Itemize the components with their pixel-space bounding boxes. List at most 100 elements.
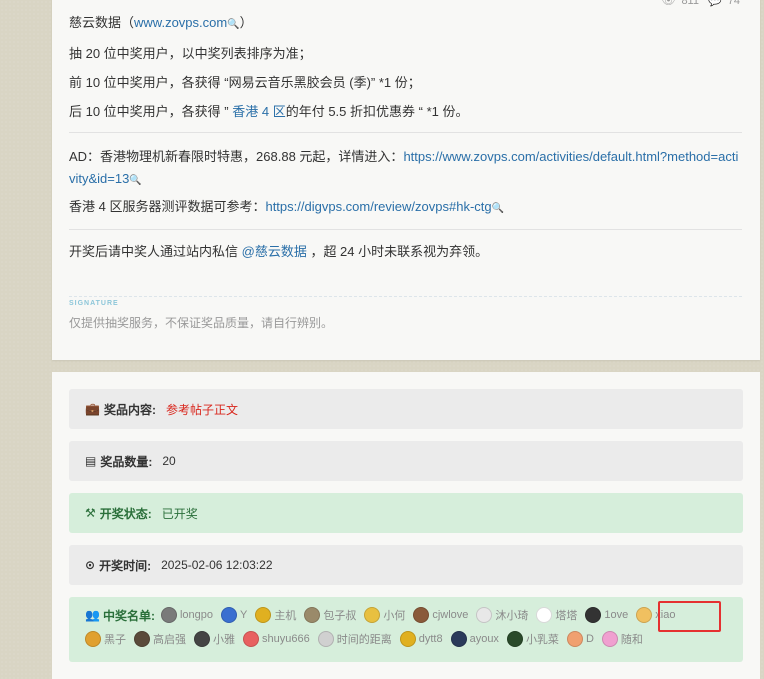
review-line: 香港 4 区服务器测评数据可参考：https://digvps.com/revi… <box>69 199 505 214</box>
view-count: 811 <box>681 0 699 7</box>
draw-time-value: 2025-02-06 12:03:22 <box>161 558 273 572</box>
winner-item[interactable]: 小乳菜 <box>506 631 559 647</box>
users-icon: 👥 <box>85 608 100 622</box>
clock-icon: ⊙ <box>85 558 96 572</box>
review-link[interactable]: https://digvps.com/review/zovps#hk-ctg <box>265 199 491 214</box>
avatar[interactable] <box>134 631 150 647</box>
prize-count-row: ▤ 奖品数量: 20 <box>69 441 743 481</box>
post-card: 👁 811 💬 74 慈云数据（www.zovps.com🔍） 抽 20 位中奖用户… <box>52 0 760 360</box>
winner-name[interactable]: 沐小琦 <box>495 607 528 623</box>
signature-text: 仅提供抽奖服务，不保证奖品质量，请自行辨别。 <box>69 316 334 330</box>
winner-item[interactable]: Y <box>221 607 247 623</box>
winner-item[interactable]: 小何 <box>364 607 405 623</box>
magnifier-icon[interactable]: 🔍 <box>492 203 504 214</box>
winner-name[interactable]: 随和 <box>621 631 643 647</box>
winner-name[interactable]: 高启强 <box>153 631 186 647</box>
winner-name[interactable]: D <box>586 633 594 645</box>
avatar[interactable] <box>317 631 334 647</box>
winner-item[interactable]: 黑子 <box>85 631 126 647</box>
prize-content-row: 💼 奖品内容: 参考帖子正文 <box>69 389 743 429</box>
winner-item[interactable]: 包子叔 <box>304 607 356 623</box>
post-line-4: 后 10 位中奖用户，各获得 ” 香港 4 区的年付 5.5 折扣优惠券 “ *… <box>69 104 469 119</box>
winner-item[interactable]: shuyu666 <box>243 631 310 647</box>
avatar[interactable] <box>85 631 101 647</box>
avatar[interactable] <box>413 607 430 623</box>
winner-item[interactable]: ayoux <box>450 631 499 647</box>
winner-name[interactable]: cjwlove <box>432 609 468 621</box>
avatar[interactable] <box>585 607 602 623</box>
avatar[interactable] <box>304 607 321 623</box>
winner-item[interactable]: 沐小琦 <box>476 607 528 623</box>
avatar[interactable] <box>476 607 493 623</box>
winner-item[interactable]: 小雅 <box>194 631 235 647</box>
post-line-3: 前 10 位中奖用户，各获得 “网易云音乐黑胶会员 (季)” *1 份； <box>69 75 421 90</box>
winner-item[interactable]: 1ove <box>585 607 628 623</box>
winner-name[interactable]: 小乳菜 <box>526 631 559 647</box>
draw-status-value: 已开奖 <box>161 506 198 521</box>
winner-name[interactable]: 1ove <box>604 609 628 621</box>
briefcase-icon: 💼 <box>85 402 100 416</box>
winner-item[interactable]: dytt8 <box>399 631 443 647</box>
winner-name[interactable]: 包子叔 <box>323 607 356 623</box>
contact-line: 开奖后请中奖人通过站内私信 @慈云数据 ，超 24 小时未联系视为弃领。 <box>69 244 489 259</box>
winner-item[interactable]: 塔塔 <box>536 607 577 623</box>
winner-name[interactable]: dytt8 <box>419 633 443 645</box>
signature-divider: SIGNATURE <box>69 292 742 310</box>
avatar[interactable] <box>364 607 381 623</box>
winner-name[interactable]: longpo <box>180 609 213 621</box>
comment-icon: 💬 <box>708 0 722 7</box>
comment-count: 74 <box>727 0 740 7</box>
copy-icon: ▤ <box>85 454 97 468</box>
avatar[interactable] <box>221 607 237 623</box>
winner-item[interactable]: cjwlove <box>413 607 468 623</box>
avatar[interactable] <box>194 631 210 647</box>
user-mention-link[interactable]: @慈云数据 <box>242 244 307 259</box>
winner-name[interactable]: shuyu666 <box>262 633 310 645</box>
post-line-1: 慈云数据（www.zovps.com🔍） <box>69 15 253 30</box>
highlight-box <box>658 601 721 632</box>
avatar[interactable] <box>243 631 259 647</box>
avatar[interactable] <box>255 607 272 623</box>
zovps-link[interactable]: www.zovps.com <box>134 15 227 30</box>
winner-name[interactable]: 时间的距离 <box>337 631 392 647</box>
winner-item[interactable]: longpo <box>160 607 213 623</box>
winner-item[interactable]: 时间的距离 <box>317 631 392 647</box>
avatar[interactable] <box>566 631 583 647</box>
avatar[interactable] <box>399 631 416 647</box>
draw-status-row: ⚒ 开奖状态: 已开奖 <box>69 493 743 533</box>
winner-name[interactable]: ayoux <box>470 633 499 645</box>
lottery-card: 💼 奖品内容: 参考帖子正文 ▤ 奖品数量: 20 ⚒ 开奖状态: 已开奖 ⊙ 开奖时间… <box>52 372 760 679</box>
winners-list: 👥 中奖名单: longpo Y 主机 包子叔 小何 cjwlove 沐小琦 塔塔 1ove xia… <box>69 597 743 662</box>
winner-name[interactable]: 小何 <box>383 607 405 623</box>
avatar[interactable] <box>636 607 653 623</box>
signature-label: SIGNATURE <box>69 300 123 307</box>
winner-item[interactable]: 高启强 <box>134 631 186 647</box>
ad-line: AD：香港物理机新春限时特惠，268.88 元起，详情进入：https://ww… <box>69 149 739 186</box>
avatar[interactable] <box>160 607 177 623</box>
post-line-2: 抽 20 位中奖用户，以中奖列表排序为准； <box>69 46 312 61</box>
draw-time-row: ⊙ 开奖时间: 2025-02-06 12:03:22 <box>69 545 743 585</box>
divider <box>69 132 742 133</box>
hk-zone-link[interactable]: 香港 4 区 <box>232 104 285 119</box>
magnifier-icon[interactable]: 🔍 <box>129 175 141 186</box>
avatar[interactable] <box>450 631 467 647</box>
divider <box>69 229 742 230</box>
eye-icon: 👁 <box>661 0 676 7</box>
avatar[interactable] <box>506 631 523 647</box>
winner-item[interactable]: 主机 <box>255 607 296 623</box>
avatar[interactable] <box>536 607 553 623</box>
winner-name[interactable]: 塔塔 <box>555 607 577 623</box>
winner-name[interactable]: 黑子 <box>104 631 126 647</box>
winner-item[interactable]: D <box>566 631 594 647</box>
prize-content-value: 参考帖子正文 <box>165 402 238 417</box>
post-stats: 👁 811 💬 74 <box>655 0 740 7</box>
winner-name[interactable]: 主机 <box>274 607 296 623</box>
prize-count-value: 20 <box>162 454 176 468</box>
magnifier-icon[interactable]: 🔍 <box>227 19 239 30</box>
winner-item[interactable]: 随和 <box>601 631 643 647</box>
winner-name[interactable]: 小雅 <box>213 631 235 647</box>
avatar[interactable] <box>601 631 618 647</box>
post-content: 慈云数据（www.zovps.com🔍） 抽 20 位中奖用户，以中奖列表排序为… <box>69 14 742 272</box>
winner-name[interactable]: Y <box>240 609 247 621</box>
gavel-icon: ⚒ <box>85 506 96 520</box>
